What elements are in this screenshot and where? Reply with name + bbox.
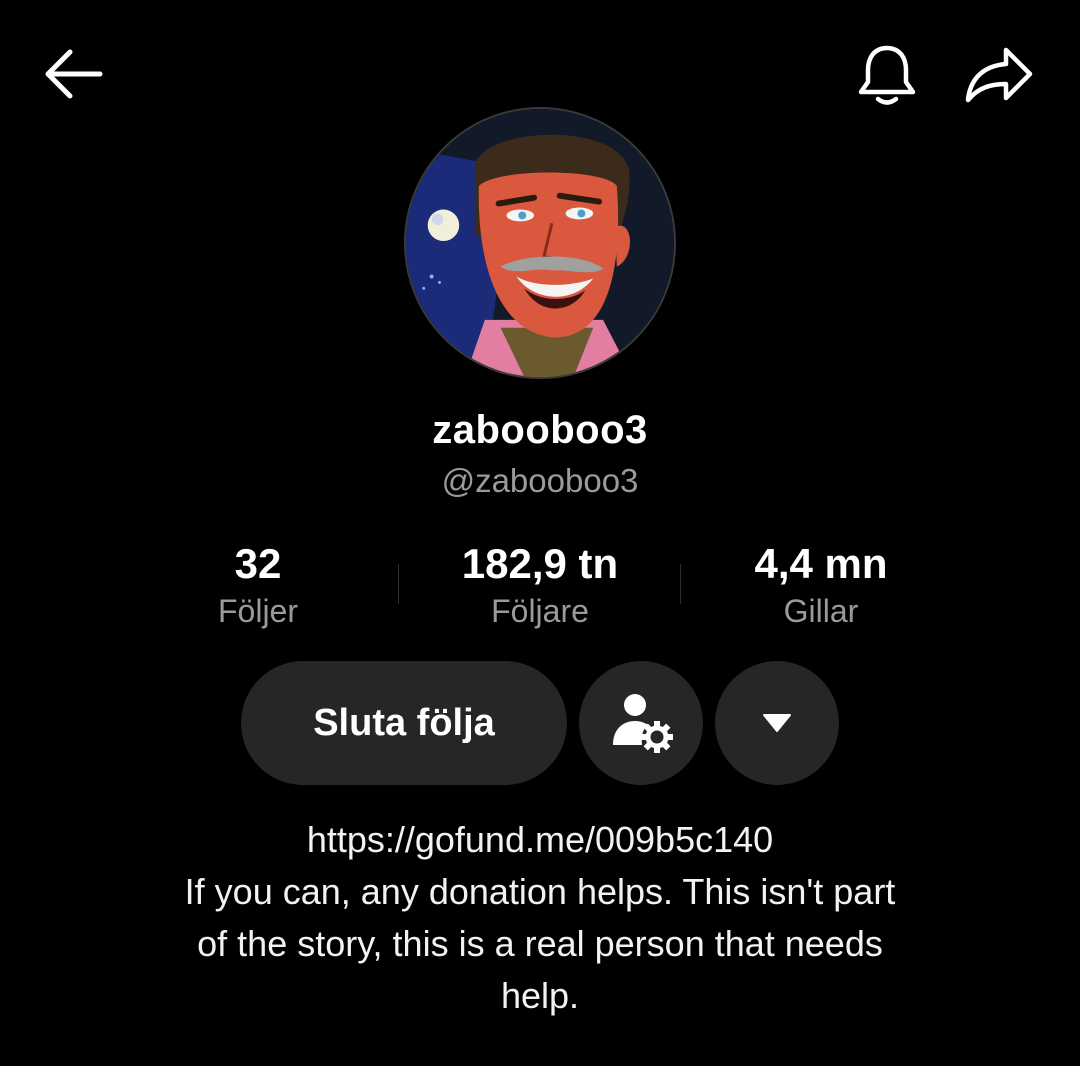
stat-divider bbox=[680, 564, 681, 604]
bio: https://gofund.me/009b5c140 If you can, … bbox=[100, 814, 980, 1022]
stat-followers-label: Följare bbox=[491, 593, 589, 629]
bio-link[interactable]: https://gofund.me/009b5c140 bbox=[100, 814, 980, 866]
person-gear-icon bbox=[613, 694, 673, 753]
bio-line: of the story, this is a real person that… bbox=[197, 923, 883, 964]
username-handle: @zabooboo3 bbox=[441, 462, 639, 499]
back-arrow-icon[interactable] bbox=[40, 46, 106, 102]
friend-settings-button[interactable] bbox=[579, 661, 703, 785]
stat-likes-label: Gillar bbox=[783, 593, 859, 629]
avatar[interactable] bbox=[404, 107, 676, 379]
cartoon-man-avatar bbox=[406, 109, 674, 377]
stat-likes-count: 4,4 mn bbox=[754, 540, 888, 587]
bio-line: If you can, any donation helps. This isn… bbox=[184, 871, 896, 912]
stat-likes: 4,4 mn Gillar bbox=[691, 538, 951, 632]
stat-followers-count: 182,9 tn bbox=[461, 540, 619, 587]
stat-followers[interactable]: 182,9 tn Följare bbox=[410, 538, 670, 632]
more-options-button[interactable] bbox=[715, 661, 839, 785]
caret-down-icon bbox=[763, 714, 791, 732]
stat-following-count: 32 bbox=[234, 540, 282, 587]
stat-following-label: Följer bbox=[217, 593, 298, 629]
stat-following[interactable]: 32 Följer bbox=[128, 538, 388, 632]
bio-line: help. bbox=[500, 975, 580, 1016]
bell-icon[interactable] bbox=[852, 42, 922, 108]
display-name: zabooboo3 bbox=[432, 408, 648, 452]
stat-divider bbox=[398, 564, 399, 604]
unfollow-button[interactable]: Sluta följa bbox=[241, 661, 567, 785]
share-arrow-icon[interactable] bbox=[962, 42, 1036, 108]
